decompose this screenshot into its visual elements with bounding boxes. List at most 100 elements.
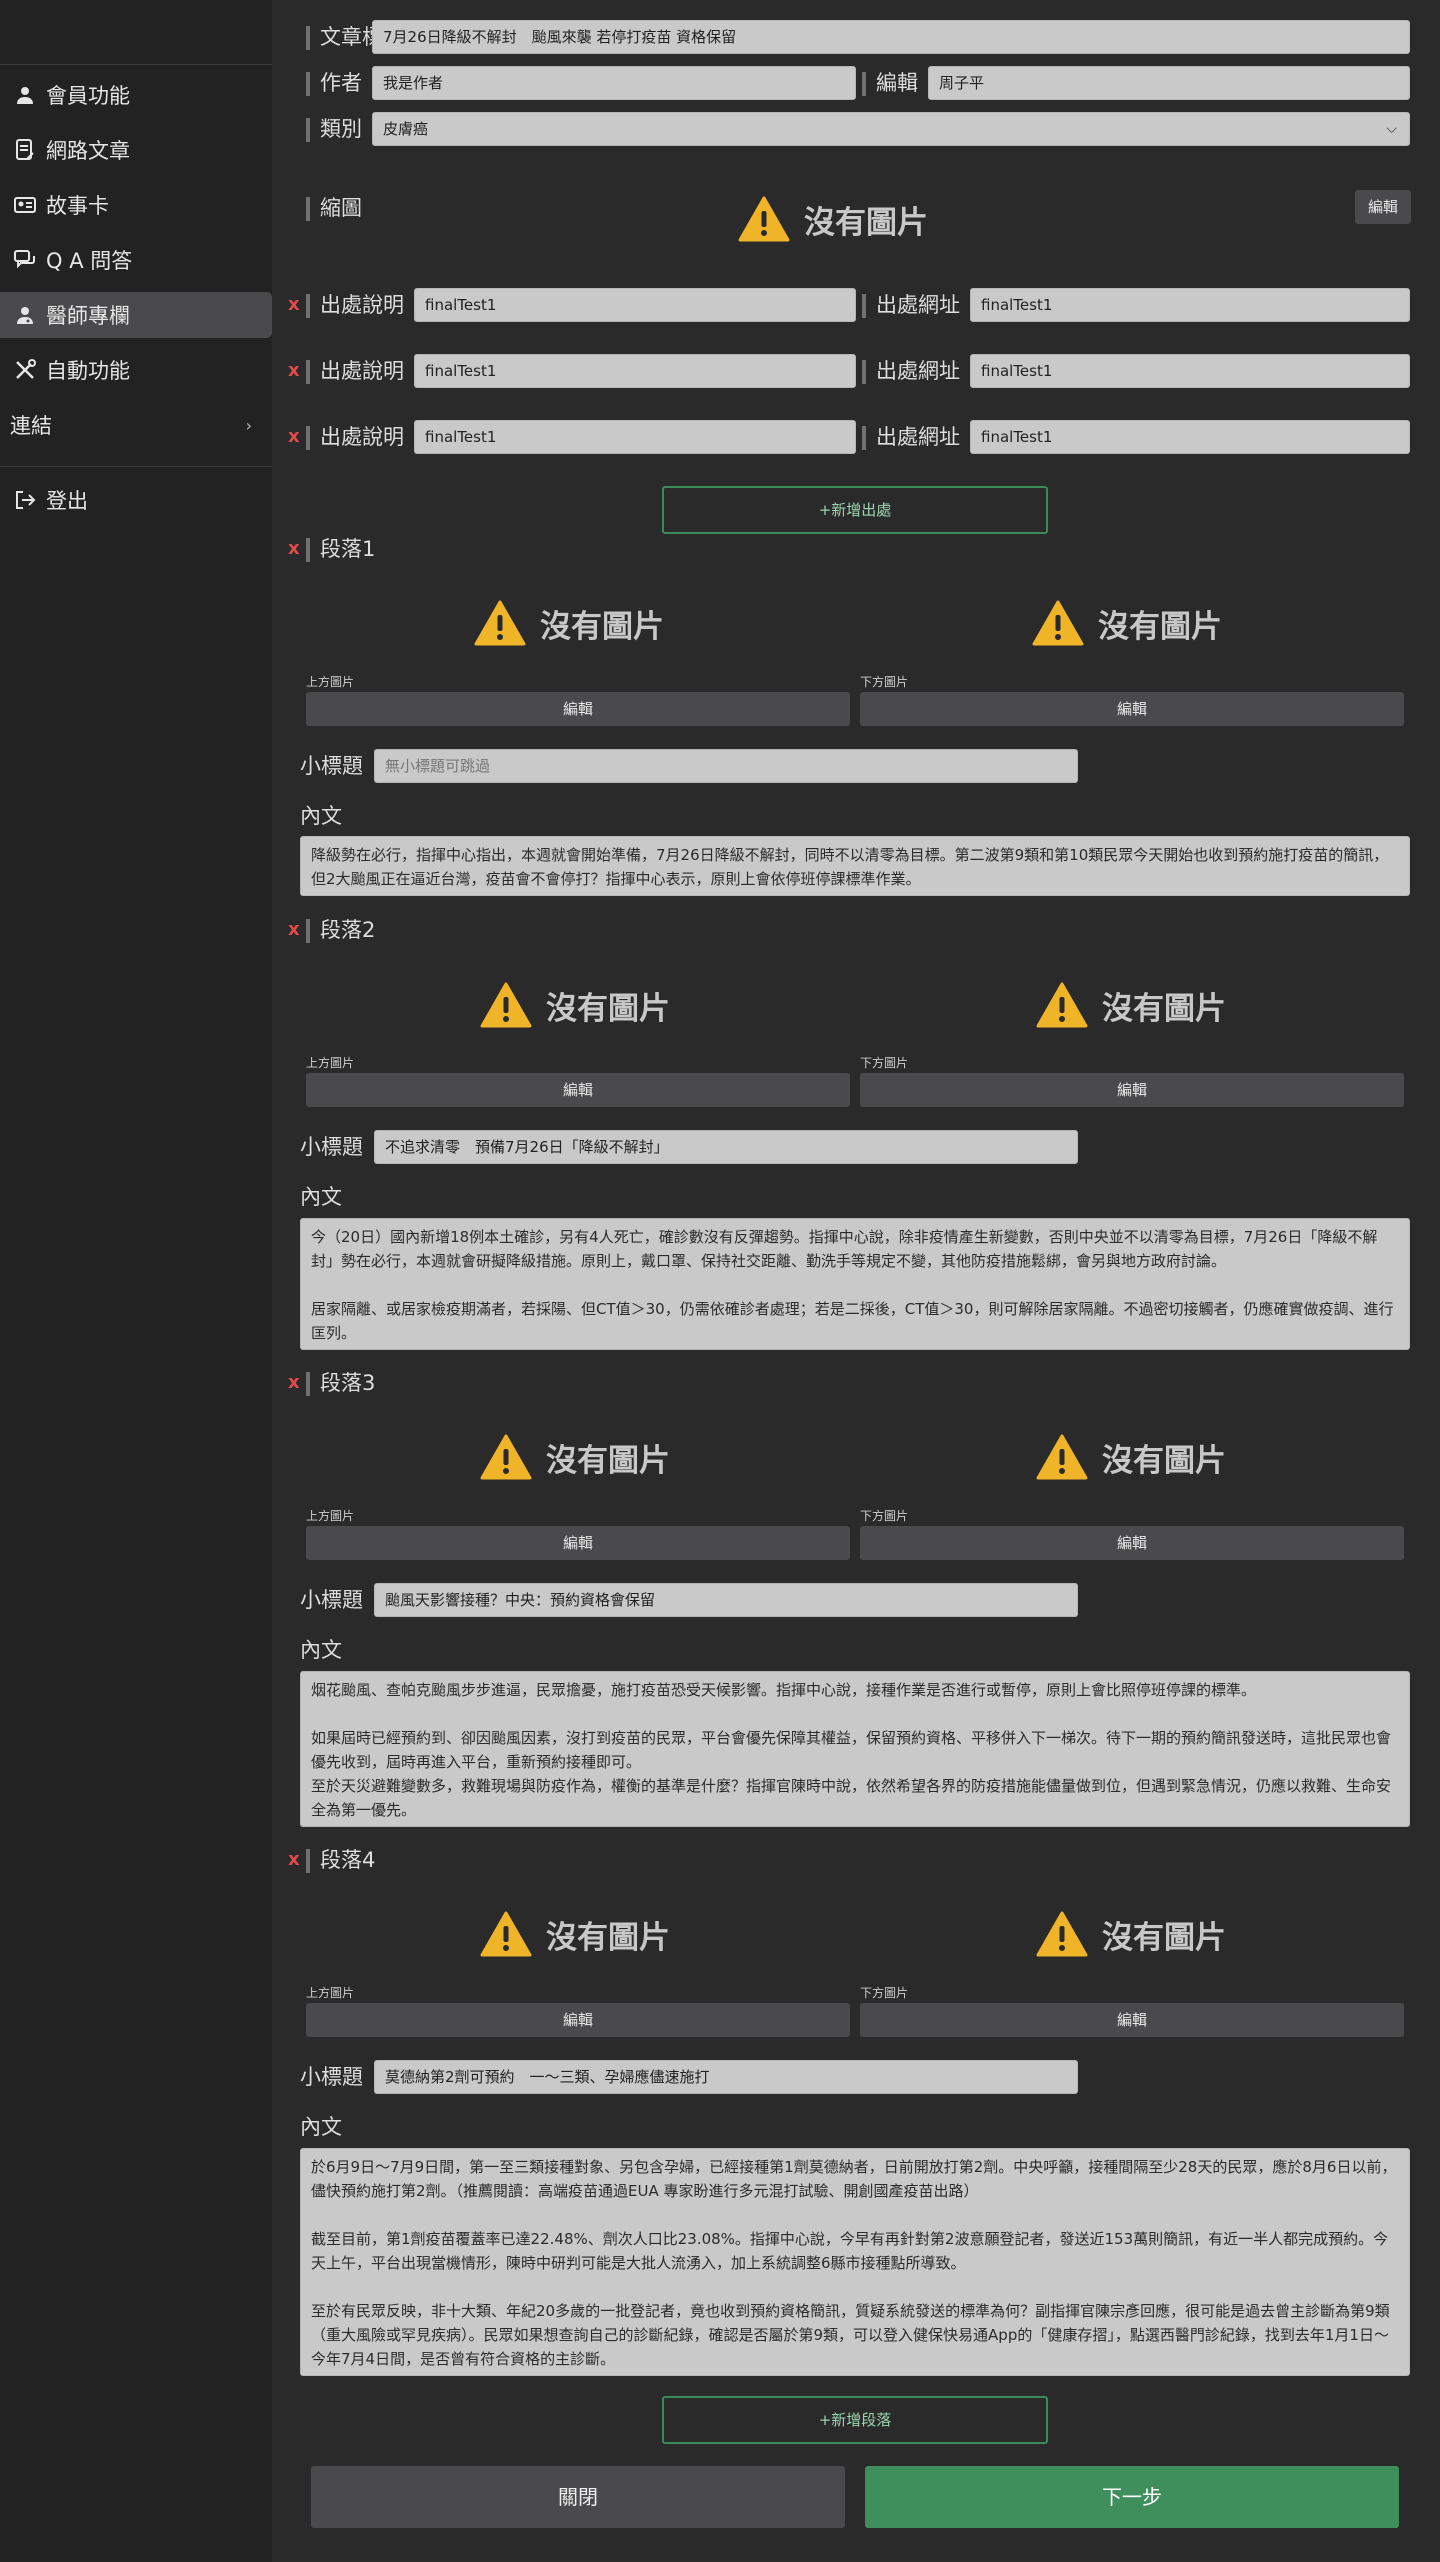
thumbnail-edit-button[interactable]: 編輯 bbox=[1355, 190, 1411, 224]
sidebar-item-articles[interactable]: 網路文章 bbox=[0, 127, 272, 173]
subtitle-label: 小標題 bbox=[300, 1588, 363, 1612]
paragraph-title: 段落3 bbox=[306, 1368, 375, 1398]
remove-paragraph-button[interactable]: x bbox=[288, 534, 300, 564]
add-paragraph-button[interactable]: +新增段落 bbox=[662, 2396, 1048, 2444]
top-image-placeholder: 沒有圖片 bbox=[480, 1434, 670, 1480]
top-image-placeholder: 沒有圖片 bbox=[480, 982, 670, 1028]
editor-input[interactable]: 周子平 bbox=[928, 66, 1410, 100]
top-image-edit-button[interactable]: 編輯 bbox=[306, 1073, 850, 1107]
top-image-edit-button[interactable]: 編輯 bbox=[306, 2003, 850, 2037]
chevron-down-icon: ⌵ bbox=[1386, 121, 1397, 137]
doctor-icon bbox=[12, 302, 38, 328]
sidebar-item-qa[interactable]: Q A 問答 bbox=[0, 237, 272, 283]
chat-icon bbox=[12, 247, 38, 273]
bottom-image-edit-button[interactable]: 編輯 bbox=[860, 2003, 1404, 2037]
source-url-input[interactable]: finalTest1 bbox=[970, 420, 1410, 454]
id-card-icon bbox=[12, 192, 38, 218]
content-label: 內文 bbox=[300, 1638, 342, 1662]
source-desc-input[interactable]: finalTest1 bbox=[414, 354, 856, 388]
source-url-input[interactable]: finalTest1 bbox=[970, 354, 1410, 388]
logout-icon bbox=[12, 487, 38, 513]
user-icon bbox=[12, 82, 38, 108]
subtitle-label: 小標題 bbox=[300, 754, 363, 778]
close-button[interactable]: 關閉 bbox=[311, 2466, 845, 2528]
sidebar-item-auto[interactable]: 自動功能 bbox=[0, 347, 272, 393]
top-image-label: 上方圖片 bbox=[306, 1056, 355, 1070]
category-label: 類別 bbox=[306, 114, 362, 144]
content-label: 內文 bbox=[300, 1185, 342, 1209]
sidebar-item-logout[interactable]: 登出 bbox=[0, 477, 272, 523]
top-image-edit-button[interactable]: 編輯 bbox=[306, 1526, 850, 1560]
content-textarea[interactable]: 降級勢在必行，指揮中心指出，本週就會開始準備，7月26日降級不解封，同時不以清零… bbox=[300, 836, 1410, 896]
source-desc-label: 出處說明 bbox=[306, 290, 404, 320]
source-url-label: 出處網址 bbox=[862, 356, 960, 386]
sidebar-item-doctor-column[interactable]: 醫師專欄 bbox=[0, 292, 272, 338]
paragraph-title: 段落1 bbox=[306, 534, 375, 564]
subtitle-input[interactable]: 無小標題可跳過 bbox=[374, 749, 1078, 783]
top-image-placeholder: 沒有圖片 bbox=[480, 1911, 670, 1957]
top-image-label: 上方圖片 bbox=[306, 675, 355, 689]
author-input[interactable]: 我是作者 bbox=[372, 66, 856, 100]
warning-icon bbox=[1036, 1911, 1088, 1957]
sidebar-item-label: 故事卡 bbox=[46, 194, 109, 218]
add-source-button[interactable]: +新增出處 bbox=[662, 486, 1048, 534]
content-label: 內文 bbox=[300, 804, 342, 828]
sidebar-item-links[interactable]: 連結 › bbox=[0, 402, 272, 448]
paragraph-title: 段落2 bbox=[306, 915, 375, 945]
warning-icon bbox=[480, 982, 532, 1028]
bottom-image-placeholder: 沒有圖片 bbox=[1036, 1434, 1226, 1480]
source-desc-input[interactable]: finalTest1 bbox=[414, 288, 856, 322]
subtitle-input[interactable]: 颱風天影響接種？中央：預約資格會保留 bbox=[374, 1583, 1078, 1617]
editor-label: 編輯 bbox=[862, 68, 918, 98]
title-input[interactable]: 7月26日降級不解封 颱風來襲 若停打疫苗 資格保留 bbox=[372, 20, 1410, 54]
content-textarea[interactable]: 今（20日）國內新增18例本土確診，另有4人死亡，確診數沒有反彈趨勢。指揮中心說… bbox=[300, 1218, 1410, 1350]
subtitle-label: 小標題 bbox=[300, 2065, 363, 2089]
subtitle-input[interactable]: 莫德納第2劑可預約 一～三類、孕婦應儘速施打 bbox=[374, 2060, 1078, 2094]
warning-icon bbox=[738, 196, 790, 242]
remove-paragraph-button[interactable]: x bbox=[288, 915, 300, 945]
document-icon bbox=[12, 137, 38, 163]
content-label: 內文 bbox=[300, 2115, 342, 2139]
bottom-image-label: 下方圖片 bbox=[860, 675, 909, 689]
source-url-input[interactable]: finalTest1 bbox=[970, 288, 1410, 322]
sidebar-item-label: 網路文章 bbox=[46, 139, 130, 163]
remove-source-button[interactable]: x bbox=[288, 356, 300, 386]
content-textarea[interactable]: 於6月9日～7月9日間，第一至三類接種對象、另包含孕婦，已經接種第1劑莫德納者，… bbox=[300, 2148, 1410, 2376]
bottom-image-edit-button[interactable]: 編輯 bbox=[860, 692, 1404, 726]
remove-paragraph-button[interactable]: x bbox=[288, 1368, 300, 1398]
sidebar-item-label: 連結 bbox=[10, 414, 52, 438]
sidebar-divider-top bbox=[0, 64, 272, 65]
sidebar: 會員功能 網路文章 故事卡 Q A 問答 醫師專欄 自動功能 連結 › 登出 bbox=[0, 0, 272, 2562]
top-image-label: 上方圖片 bbox=[306, 1509, 355, 1523]
sidebar-item-label: 醫師專欄 bbox=[46, 304, 130, 328]
content-textarea[interactable]: 烟花颱風、查帕克颱風步步進逼，民眾擔憂，施打疫苗恐受天候影響。指揮中心說，接種作… bbox=[300, 1671, 1410, 1827]
remove-source-button[interactable]: x bbox=[288, 422, 300, 452]
warning-icon bbox=[480, 1911, 532, 1957]
source-url-label: 出處網址 bbox=[862, 290, 960, 320]
sidebar-item-storycard[interactable]: 故事卡 bbox=[0, 182, 272, 228]
bottom-image-placeholder: 沒有圖片 bbox=[1036, 1911, 1226, 1957]
remove-paragraph-button[interactable]: x bbox=[288, 1845, 300, 1875]
top-image-placeholder: 沒有圖片 bbox=[474, 600, 664, 646]
sidebar-divider-bottom bbox=[0, 466, 272, 467]
source-desc-input[interactable]: finalTest1 bbox=[414, 420, 856, 454]
warning-icon bbox=[480, 1434, 532, 1480]
source-desc-label: 出處說明 bbox=[306, 356, 404, 386]
bottom-image-edit-button[interactable]: 編輯 bbox=[860, 1073, 1404, 1107]
next-button[interactable]: 下一步 bbox=[865, 2466, 1399, 2528]
subtitle-input[interactable]: 不追求清零 預備7月26日「降級不解封」 bbox=[374, 1130, 1078, 1164]
source-desc-label: 出處說明 bbox=[306, 422, 404, 452]
sidebar-item-label: 會員功能 bbox=[46, 84, 130, 108]
top-image-edit-button[interactable]: 編輯 bbox=[306, 692, 850, 726]
category-value: 皮膚癌 bbox=[383, 120, 429, 138]
warning-icon bbox=[1032, 600, 1084, 646]
author-label: 作者 bbox=[306, 68, 362, 98]
sidebar-item-label: 登出 bbox=[46, 489, 88, 513]
bottom-image-edit-button[interactable]: 編輯 bbox=[860, 1526, 1404, 1560]
bottom-image-placeholder: 沒有圖片 bbox=[1036, 982, 1226, 1028]
category-select[interactable]: 皮膚癌 ⌵ bbox=[372, 112, 1410, 146]
remove-source-button[interactable]: x bbox=[288, 290, 300, 320]
sidebar-item-label: Q A 問答 bbox=[46, 249, 133, 273]
warning-icon bbox=[474, 600, 526, 646]
sidebar-item-members[interactable]: 會員功能 bbox=[0, 72, 272, 118]
